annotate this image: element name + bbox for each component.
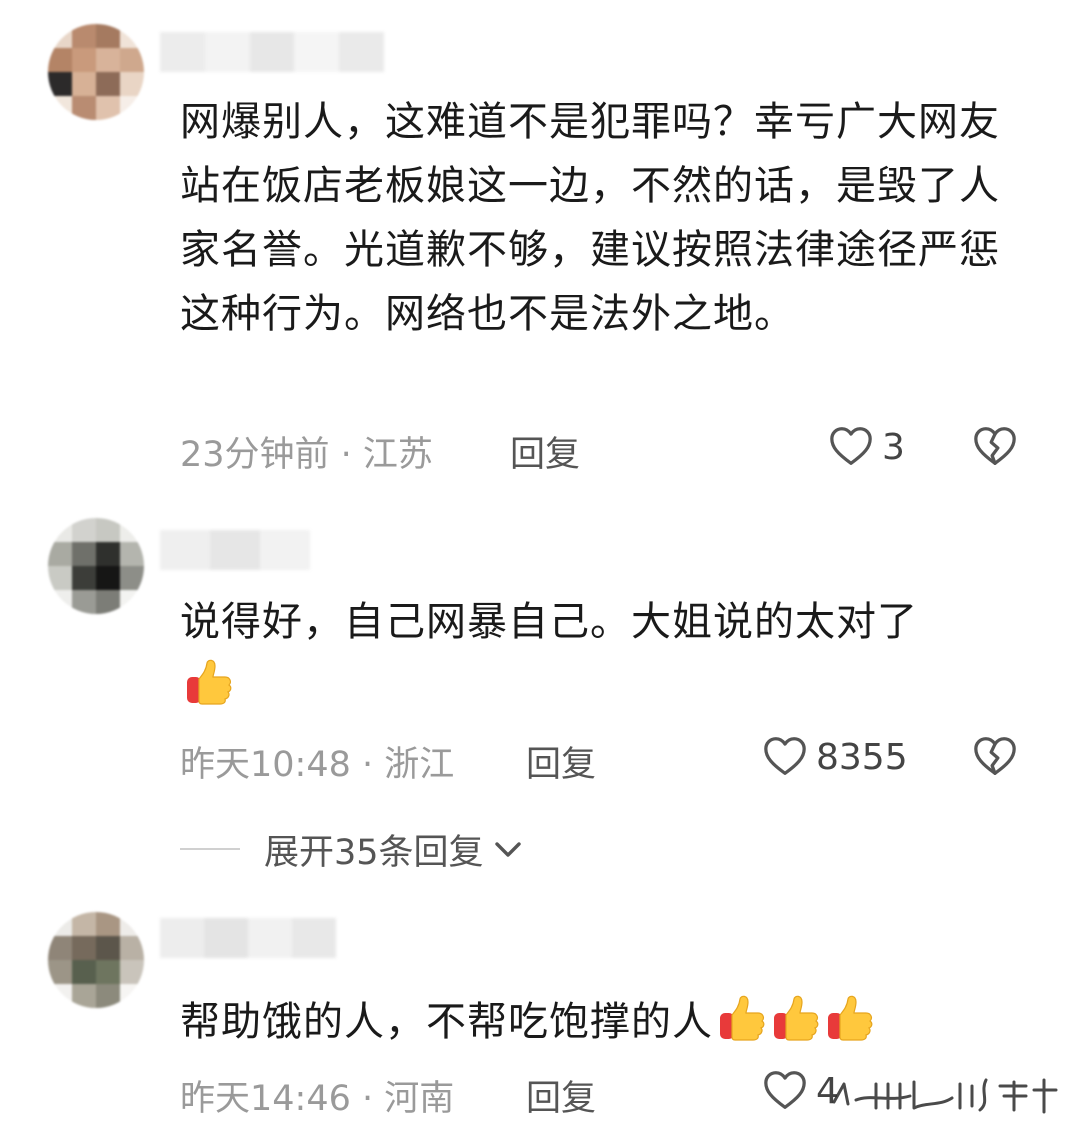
comment-text: 网爆别人，这难道不是犯罪吗？幸亏广大网友站在饭店老板娘这一边，不然的话，是毁了人… (180, 99, 1000, 337)
reply-button[interactable]: 回复 (510, 426, 580, 477)
like-count: 3 (882, 426, 905, 468)
like-button[interactable]: 3 (828, 424, 905, 470)
avatar[interactable] (48, 24, 144, 120)
avatar[interactable] (48, 912, 144, 1008)
username-blurred[interactable] (160, 918, 336, 958)
heart-outline-icon (828, 424, 874, 470)
dislike-button[interactable] (972, 424, 1018, 479)
comment-meta: 23分钟前 · 江苏 回复 3 (180, 426, 1040, 476)
watermark-scribble (832, 1078, 1058, 1114)
comment-meta: 昨天10:48 · 浙江 回复 8355 (180, 736, 1040, 786)
like-button[interactable]: 8355 (762, 734, 908, 780)
reply-button[interactable]: 回复 (526, 1070, 596, 1121)
comment-text: 帮助饿的人，不帮吃饱撑的人 (180, 990, 1000, 1054)
dislike-button[interactable] (972, 734, 1018, 789)
comment-time-location: 昨天10:48 · 浙江 (180, 745, 455, 785)
heart-outline-icon (762, 1068, 808, 1114)
broken-heart-icon (972, 424, 1018, 470)
comment-time-location: 23分钟前 · 江苏 (180, 435, 433, 475)
comment-text: 说得好，自己网暴自己。大姐说的太对了 (180, 590, 1000, 718)
broken-heart-icon (972, 734, 1018, 780)
like-count: 8355 (816, 736, 908, 778)
username-blurred[interactable] (160, 32, 384, 72)
thumbs-up-icon (184, 657, 234, 707)
expand-replies-button[interactable]: 展开35条回复 (180, 824, 526, 874)
divider-line (180, 848, 240, 850)
comment-time-location: 昨天14:46 · 河南 (180, 1079, 455, 1119)
like-button[interactable]: 4 (762, 1068, 839, 1114)
username-blurred[interactable] (160, 530, 310, 570)
chevron-down-icon (494, 842, 521, 857)
thumbs-up-icon (771, 993, 821, 1043)
comment-text-body: 说得好，自己网暴自己。大姐说的太对了 (180, 599, 918, 645)
avatar[interactable] (48, 518, 144, 614)
heart-outline-icon (762, 734, 808, 780)
thumbs-up-icon (825, 993, 875, 1043)
reply-button[interactable]: 回复 (526, 736, 596, 787)
expand-replies-label: 展开35条回复 (264, 832, 484, 873)
comment-text-body: 帮助饿的人，不帮吃饱撑的人 (180, 999, 713, 1045)
thumbs-up-icon (717, 993, 767, 1043)
